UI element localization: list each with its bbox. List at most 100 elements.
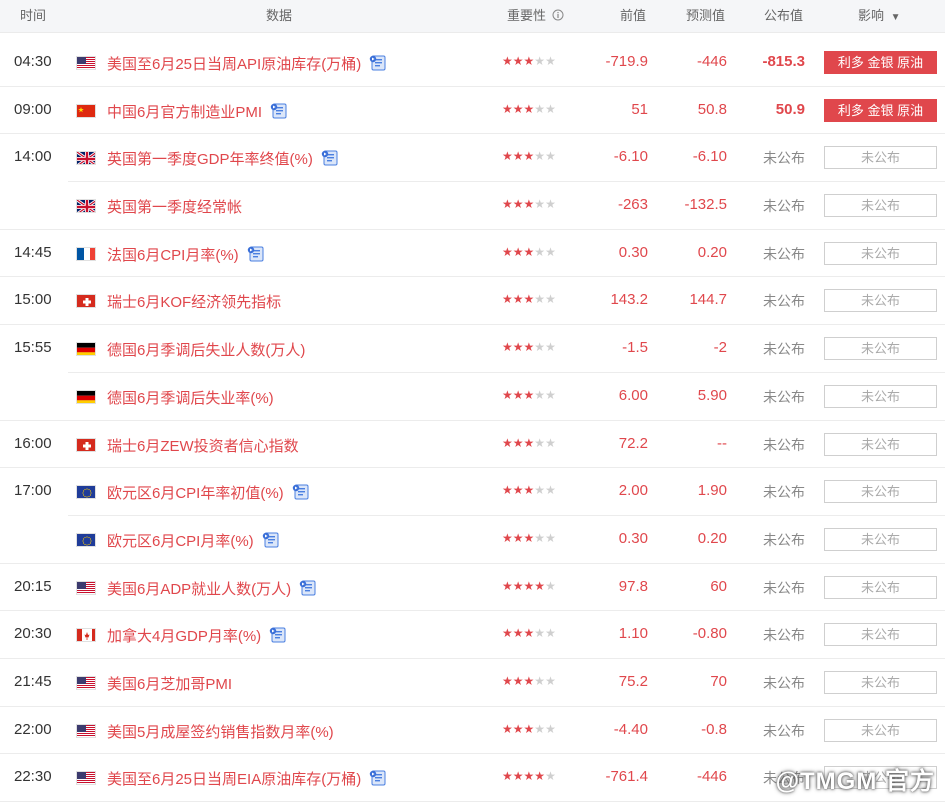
flag-eu-icon: [76, 485, 96, 500]
impact-badge[interactable]: 利多 金银 原油: [824, 98, 937, 122]
event-name-link[interactable]: 美国6月ADP就业人数(万人): [107, 578, 317, 599]
star-icon: ★: [523, 673, 535, 688]
table-row[interactable]: 15:00 瑞士6月KOF经济领先指标 ★★★★★ 143.2 144.7 未公布 未公布: [0, 277, 945, 326]
star-icon: ★: [523, 244, 535, 259]
impact-badge[interactable]: 未公布: [824, 623, 937, 647]
star-icon: ★: [545, 244, 556, 259]
impact-badge[interactable]: 未公布: [824, 384, 937, 408]
info-icon[interactable]: [552, 9, 564, 21]
col-importance[interactable]: 重要性: [507, 0, 564, 32]
report-doc-icon[interactable]: [292, 483, 310, 501]
table-row[interactable]: 15:55 德国6月季调后失业人数(万人) ★★★★★ -1.5 -2 未公布 未公布: [0, 325, 945, 373]
impact-badge[interactable]: 未公布: [824, 337, 937, 361]
impact-badge[interactable]: 未公布: [824, 718, 937, 742]
forecast-value: -446: [696, 768, 727, 786]
impact-badge[interactable]: 未公布: [824, 241, 937, 265]
col-data: 数据: [266, 8, 293, 23]
star-icon: ★: [502, 244, 513, 259]
event-name-link[interactable]: 美国6月芝加哥PMI: [107, 673, 232, 694]
event-name-link[interactable]: 欧元区6月CPI年率初值(%): [107, 482, 310, 503]
table-row[interactable]: 16:00 瑞士6月ZEW投资者信心指数 ★★★★★ 72.2 -- 未公布 未公布: [0, 421, 945, 469]
importance-stars: ★★★★★: [502, 722, 556, 736]
star-icon: ★: [545, 101, 556, 116]
table-row[interactable]: 21:45 美国6月芝加哥PMI ★★★★★ 75.2 70 未公布 未公布: [0, 659, 945, 707]
event-time: 15:55: [14, 339, 52, 357]
impact-badge[interactable]: 利多 金银 原油: [824, 51, 937, 74]
previous-value: -4.40: [613, 720, 648, 738]
impact-badge[interactable]: 未公布: [824, 575, 937, 599]
previous-value: 0.30: [618, 529, 648, 547]
impact-badge[interactable]: 未公布: [824, 194, 937, 218]
event-time: 20:15: [14, 577, 52, 595]
event-name-link[interactable]: 德国6月季调后失业人数(万人): [107, 339, 305, 360]
table-row[interactable]: 德国6月季调后失业率(%) ★★★★★ 6.00 5.90 未公布 未公布: [0, 373, 945, 421]
report-doc-icon[interactable]: [299, 579, 317, 597]
event-name-link[interactable]: 美国至6月25日当周EIA原油库存(万桶): [107, 768, 387, 789]
forecast-value: 0.20: [697, 243, 727, 261]
importance-stars: ★★★★★: [502, 388, 556, 402]
report-doc-icon[interactable]: [269, 626, 287, 644]
flag-de-icon: [76, 342, 96, 357]
star-icon: ★: [534, 530, 546, 545]
previous-value: -1.5: [622, 339, 648, 357]
event-time: 21:45: [14, 672, 52, 690]
table-row[interactable]: 20:15 美国6月ADP就业人数(万人) ★★★★★ 97.8 60 未公布 未公布: [0, 564, 945, 612]
event-name-link[interactable]: 欧元区6月CPI月率(%): [107, 530, 280, 551]
actual-value: 未公布: [763, 245, 805, 262]
importance-stars: ★★★★★: [502, 769, 556, 783]
report-doc-icon[interactable]: [247, 245, 265, 263]
star-icon: ★: [502, 435, 513, 450]
event-name-link[interactable]: 瑞士6月KOF经济领先指标: [107, 291, 281, 312]
table-row[interactable]: 17:00 欧元区6月CPI年率初值(%) ★★★★★ 2.00 1.90 未公布 未公布: [0, 468, 945, 516]
importance-stars: ★★★★★: [502, 292, 556, 306]
table-row[interactable]: 22:00 美国5月成屋签约销售指数月率(%) ★★★★★ -4.40 -0.8 未公布未…: [0, 707, 945, 755]
event-name-link[interactable]: 瑞士6月ZEW投资者信心指数: [107, 435, 299, 456]
flag-gb-icon: [76, 151, 96, 166]
event-name-link[interactable]: 德国6月季调后失业率(%): [107, 387, 274, 408]
table-row[interactable]: 20:30 加拿大4月GDP月率(%) ★★★★★ 1.10 -0.80 未公布 未公布: [0, 611, 945, 659]
table-row[interactable]: 04:30 美国至6月25日当周API原油库存(万桶) ★★★★★ -719.9 -44…: [0, 39, 945, 87]
star-icon: ★: [534, 387, 546, 402]
star-icon: ★: [545, 292, 556, 307]
star-icon: ★: [534, 769, 546, 784]
star-icon: ★: [502, 673, 513, 688]
star-icon: ★: [502, 578, 513, 593]
event-name-link[interactable]: 美国5月成屋签约销售指数月率(%): [107, 721, 334, 742]
col-impact[interactable]: 影响 ▼: [858, 0, 901, 32]
impact-badge[interactable]: 未公布: [824, 146, 937, 170]
importance-stars: ★★★★★: [502, 626, 556, 640]
report-doc-icon[interactable]: [321, 149, 339, 167]
report-doc-icon[interactable]: [369, 54, 387, 72]
report-doc-icon[interactable]: [270, 102, 288, 120]
flag-de-icon: [76, 389, 96, 404]
actual-value: 未公布: [763, 722, 805, 739]
col-time: 时间: [20, 8, 47, 23]
impact-badge[interactable]: 未公布: [824, 480, 937, 504]
event-name-link[interactable]: 加拿大4月GDP月率(%): [107, 625, 287, 646]
actual-value: 50.9: [775, 100, 805, 118]
star-icon: ★: [502, 483, 513, 498]
event-name-link[interactable]: 英国第一季度GDP年率终值(%): [107, 148, 339, 169]
event-time: 15:00: [14, 291, 52, 309]
impact-badge[interactable]: 未公布: [824, 527, 937, 551]
col-previous: 前值: [620, 8, 647, 23]
report-doc-icon[interactable]: [369, 769, 387, 787]
actual-value: 未公布: [763, 293, 805, 310]
table-row[interactable]: 14:00 英国第一季度GDP年率终值(%) ★★★★★ -6.10 -6.10 未公布未…: [0, 134, 945, 183]
table-row[interactable]: 14:45 法国6月CPI月率(%) ★★★★★ 0.30 0.20 未公布 未公布: [0, 230, 945, 278]
event-name-link[interactable]: 中国6月官方制造业PMI: [107, 101, 288, 122]
event-name-link[interactable]: 美国至6月25日当周API原油库存(万桶): [107, 53, 387, 74]
table-row[interactable]: 09:00 中国6月官方制造业PMI ★★★★★ 51 50.8 50.9 利多 金银 原油: [0, 87, 945, 135]
report-doc-icon[interactable]: [262, 531, 280, 549]
impact-badge[interactable]: 未公布: [824, 432, 937, 456]
forecast-value: 1.90: [697, 482, 727, 500]
sort-down-icon[interactable]: ▼: [891, 12, 901, 23]
event-name-link[interactable]: 英国第一季度经常帐: [107, 196, 242, 217]
importance-stars: ★★★★★: [502, 340, 556, 354]
table-row[interactable]: 欧元区6月CPI月率(%) ★★★★★ 0.30 0.20 未公布 未公布: [0, 516, 945, 564]
impact-badge[interactable]: 未公布: [824, 670, 937, 694]
impact-badge[interactable]: 未公布: [824, 289, 937, 313]
row-divider: [0, 801, 945, 802]
table-row[interactable]: 英国第一季度经常帐 ★★★★★ -263 -132.5 未公布 未公布: [0, 182, 945, 230]
event-name-link[interactable]: 法国6月CPI月率(%): [107, 244, 265, 265]
